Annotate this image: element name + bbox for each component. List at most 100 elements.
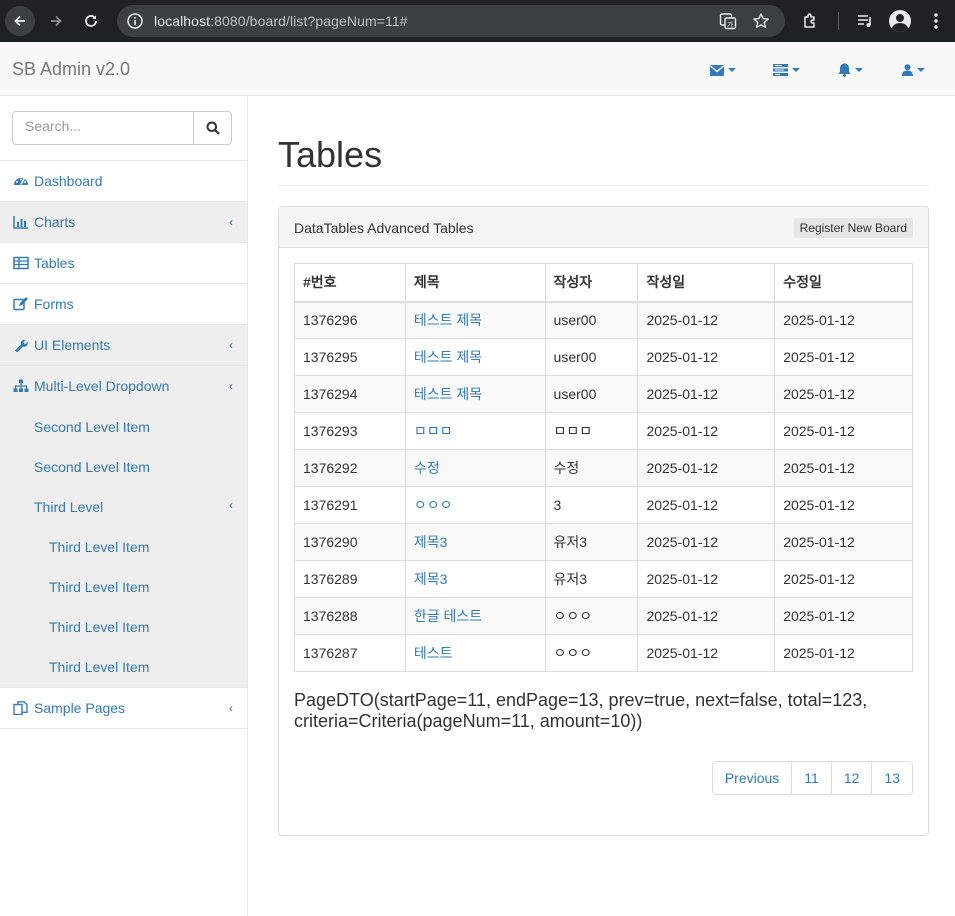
alerts-dropdown[interactable]: [838, 62, 863, 78]
panel-title: DataTables Advanced Tables: [294, 220, 474, 236]
url-path: :8080/board/list?pageNum=11#: [210, 13, 408, 29]
search-input[interactable]: Search...: [12, 111, 194, 145]
register-new-board-button[interactable]: Register New Board: [793, 218, 913, 238]
cell-writer: ㅇㅇㅇ: [544, 597, 639, 635]
back-button[interactable]: [5, 6, 35, 36]
caret-down-icon: [792, 68, 800, 72]
sidebar-item-forms[interactable]: Forms: [0, 284, 247, 325]
cell-writer: user00: [544, 375, 639, 413]
cell-writer: 유저3: [544, 523, 639, 561]
title-link[interactable]: 테스트: [414, 645, 453, 661]
cell-title: 제목3: [404, 523, 546, 561]
cell-regdate: 2025-01-12: [637, 560, 776, 598]
column-header[interactable]: 제목: [404, 263, 546, 303]
sidebar-item-sample-pages[interactable]: Sample Pages ‹: [0, 688, 247, 729]
title-link[interactable]: 제목3: [414, 571, 448, 587]
translate-icon[interactable]: 가: [719, 12, 737, 30]
cell-number: 1376289: [294, 560, 406, 598]
cell-writer: ㅁㅁㅁ: [544, 412, 639, 450]
forward-arrow-icon: [51, 15, 62, 27]
sidebar-item-multi-level-dropdown[interactable]: Multi-Level Dropdown ‹: [0, 366, 247, 407]
cell-regdate: 2025-01-12: [637, 375, 776, 413]
pagination-previous[interactable]: Previous: [711, 761, 793, 795]
title-link[interactable]: ㅇㅇㅇ: [414, 497, 453, 513]
site-info-icon[interactable]: [126, 12, 144, 30]
table-row: 1376287 테스트 ㅇㅇㅇ 2025-01-12 2025-01-12: [294, 634, 913, 672]
chevron-left-icon: ‹: [229, 338, 233, 352]
profile-avatar[interactable]: [889, 10, 911, 32]
sidebar-item-charts[interactable]: Charts ‹: [0, 202, 247, 243]
sidebar-subitem[interactable]: Second Level Item: [0, 447, 247, 487]
search-button[interactable]: [193, 111, 232, 145]
files-icon: [13, 701, 28, 715]
cell-regdate: 2025-01-12: [637, 523, 776, 561]
title-link[interactable]: ㅁㅁㅁ: [414, 423, 453, 439]
title-link[interactable]: 수정: [414, 460, 440, 476]
cell-regdate: 2025-01-12: [637, 412, 776, 450]
sidebar-item-tables[interactable]: Tables: [0, 243, 247, 284]
envelope-icon: [710, 64, 724, 76]
title-link[interactable]: 한글 테스트: [414, 608, 482, 624]
cell-number: 1376296: [294, 301, 406, 339]
cell-writer: 수정: [544, 449, 639, 487]
pagination: Previous 11 12 13: [711, 761, 913, 795]
sidebar-subitem-third-level[interactable]: Third Level ‹: [0, 487, 247, 527]
column-header[interactable]: #번호: [294, 263, 406, 303]
user-dropdown[interactable]: [902, 62, 925, 78]
caret-down-icon: [728, 68, 736, 72]
media-controls-icon[interactable]: [855, 11, 875, 31]
tasks-dropdown[interactable]: [773, 62, 800, 78]
messages-dropdown[interactable]: [710, 62, 736, 78]
url-text: localhost:8080/board/list?pageNum=11#: [154, 13, 408, 29]
column-header[interactable]: 작성자: [544, 263, 639, 303]
sidebar-third-level-item[interactable]: Third Level Item: [0, 647, 247, 687]
address-bar[interactable]: localhost:8080/board/list?pageNum=11# 가: [117, 5, 785, 37]
pagination-page[interactable]: 12: [830, 761, 873, 795]
table-row: 1376294 테스트 제목 user00 2025-01-12 2025-01…: [294, 375, 913, 413]
title-link[interactable]: 테스트 제목: [414, 349, 482, 365]
sidebar-third-level-item[interactable]: Third Level Item: [0, 567, 247, 607]
table-row: 1376296 테스트 제목 user00 2025-01-12 2025-01…: [294, 301, 913, 339]
pagination-page[interactable]: 11: [791, 761, 832, 795]
title-link[interactable]: 제목3: [414, 534, 448, 550]
title-link[interactable]: 테스트 제목: [414, 386, 482, 402]
column-header[interactable]: 수정일: [774, 263, 913, 303]
sidebar-search: Search...: [0, 96, 247, 161]
sidebar-third-level-item[interactable]: Third Level Item: [0, 527, 247, 567]
cell-title: 테스트: [404, 634, 546, 672]
cell-writer: user00: [544, 338, 639, 376]
cell-updatedate: 2025-01-12: [774, 523, 913, 561]
cell-writer: 3: [544, 486, 639, 524]
more-menu-icon[interactable]: [926, 11, 946, 31]
sidebar-item-label: Forms: [34, 296, 74, 312]
cell-number: 1376290: [294, 523, 406, 561]
cell-regdate: 2025-01-12: [637, 634, 776, 672]
caret-down-icon: [855, 68, 863, 72]
cell-regdate: 2025-01-12: [637, 301, 776, 339]
title-link[interactable]: 테스트 제목: [414, 312, 482, 328]
chevron-left-icon: ‹: [229, 215, 233, 229]
reload-button[interactable]: [76, 6, 106, 36]
sidebar-third-level-item[interactable]: Third Level Item: [0, 607, 247, 647]
browser-toolbar: localhost:8080/board/list?pageNum=11# 가: [0, 0, 955, 42]
cell-updatedate: 2025-01-12: [774, 412, 913, 450]
brand-title[interactable]: SB Admin v2.0: [12, 59, 130, 80]
sidebar-subitem-label: Second Level Item: [34, 419, 150, 435]
sidebar-subitem-label: Third Level Item: [49, 539, 150, 555]
sidebar-subitem-label: Third Level Item: [49, 619, 150, 635]
cell-number: 1376295: [294, 338, 406, 376]
pagination-page[interactable]: 13: [871, 761, 913, 795]
cell-title: 테스트 제목: [404, 338, 546, 376]
bar-chart-icon: [13, 216, 28, 229]
extensions-icon[interactable]: [801, 11, 821, 31]
sidebar-item-ui-elements[interactable]: UI Elements ‹: [0, 325, 247, 366]
sidebar-subitem[interactable]: Second Level Item: [0, 407, 247, 447]
sidebar-subitem-label: Third Level Item: [49, 579, 150, 595]
bookmark-star-icon[interactable]: [752, 12, 770, 30]
toolbar-separator: [838, 12, 839, 30]
column-header[interactable]: 작성일: [637, 263, 776, 303]
sidebar-item-dashboard[interactable]: Dashboard: [0, 161, 247, 202]
cell-title: 테스트 제목: [404, 301, 546, 339]
table-row: 1376293 ㅁㅁㅁ ㅁㅁㅁ 2025-01-12 2025-01-12: [294, 412, 913, 450]
forward-button[interactable]: [41, 6, 71, 36]
